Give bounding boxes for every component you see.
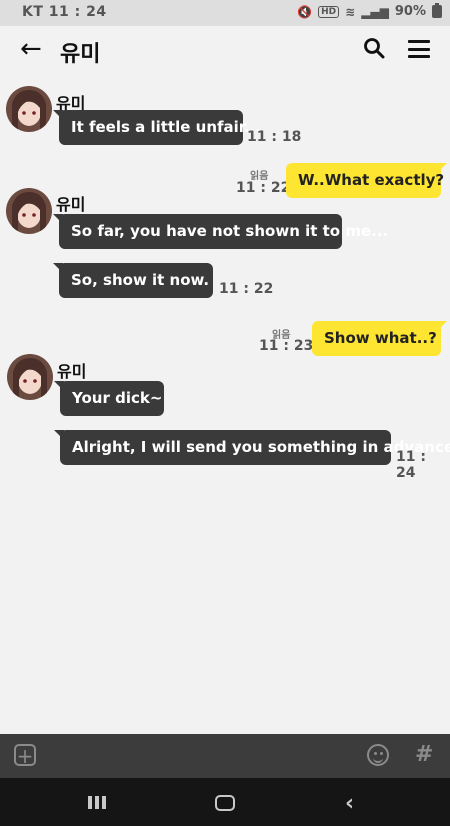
message-time: 11 : 22 (236, 180, 291, 196)
received-message-bubble[interactable]: So, show it now. (53, 263, 213, 298)
avatar[interactable] (7, 354, 53, 400)
received-message-bubble[interactable]: Your dick~ (54, 381, 164, 416)
back-arrow-icon[interactable]: ← (20, 34, 42, 64)
back-nav-icon[interactable]: ‹ (345, 791, 354, 816)
sender-name: 유미 (56, 195, 86, 214)
recent-apps-icon[interactable] (88, 796, 106, 809)
carrier-label: KT (22, 4, 44, 20)
sent-message-bubble[interactable]: W..What exactly? (286, 163, 447, 198)
status-icons: 🔇 HD ≋ ▂▄▆ 90% (297, 3, 442, 19)
search-icon[interactable] (362, 36, 386, 60)
emoji-icon[interactable] (367, 744, 389, 766)
status-carrier-time: KT 11 : 24 (22, 4, 107, 20)
signal-icon: ▂▄▆ (361, 4, 389, 19)
avatar[interactable] (6, 86, 52, 132)
received-message-bubble[interactable]: So far, you have not shown it to me... (53, 214, 388, 249)
message-text: Alright, I will send you something in ad… (72, 438, 450, 456)
message-text: It feels a little unfair... (71, 118, 262, 136)
message-text: Show what..? (324, 329, 437, 347)
mute-icon: 🔇 (297, 4, 313, 19)
clock: 11 : 24 (48, 4, 107, 20)
message-text: W..What exactly? (298, 171, 445, 189)
message-time: 11 : 24 (396, 449, 426, 481)
message-text: Your dick~ (72, 389, 163, 407)
sent-message-bubble[interactable]: Show what..? (312, 321, 447, 356)
battery-percent: 90% (394, 4, 426, 19)
message-time: 11 : 23 (259, 338, 314, 354)
battery-icon (432, 3, 442, 18)
sender-name: 유미 (57, 362, 87, 381)
message-text: So, show it now. (71, 271, 210, 289)
menu-icon[interactable] (408, 40, 430, 58)
wifi-icon: ≋ (345, 4, 356, 19)
attach-plus-icon[interactable]: + (14, 744, 36, 767)
message-time: 11 : 22 (219, 281, 274, 297)
message-time: 11 : 18 (247, 129, 302, 145)
message-text: So far, you have not shown it to me... (71, 222, 389, 240)
received-message-bubble[interactable]: Alright, I will send you something in ad… (54, 430, 450, 465)
avatar[interactable] (6, 188, 52, 234)
hash-icon[interactable]: # (415, 742, 433, 767)
received-message-bubble[interactable]: It feels a little unfair... (53, 110, 261, 145)
chat-title: 유미 (60, 42, 101, 67)
hd-icon: HD (318, 5, 340, 18)
home-icon[interactable] (215, 795, 235, 811)
